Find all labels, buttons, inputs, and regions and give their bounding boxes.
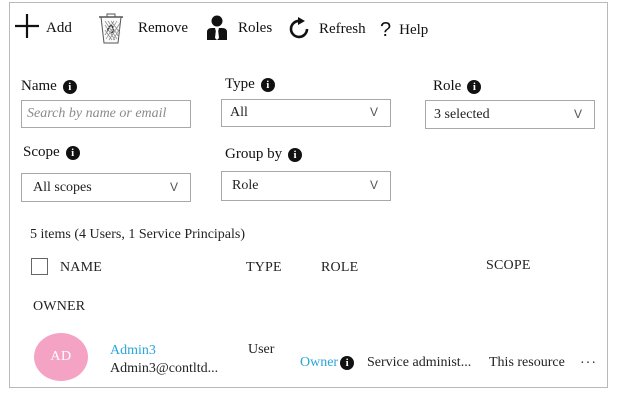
add-button[interactable]: Add (14, 13, 72, 44)
info-icon[interactable]: i (260, 77, 275, 92)
user-tie-icon (206, 15, 228, 46)
column-header-scope[interactable]: SCOPE (486, 258, 531, 274)
items-count: 5 items (4 Users, 1 Service Principals) (30, 227, 246, 242)
role-filter-label: Role i (433, 78, 482, 95)
member-email: Admin3@contltd... (110, 361, 219, 376)
name-filter-label: Name i (21, 78, 77, 95)
column-header-owner[interactable]: OWNER (33, 299, 85, 315)
plus-icon (14, 13, 40, 44)
refresh-icon (288, 17, 312, 46)
refresh-label: Refresh (319, 21, 366, 37)
info-icon[interactable]: i (467, 79, 482, 94)
scope-filter-label: Scope i (23, 144, 80, 161)
avatar: AD (34, 333, 88, 381)
name-search-input[interactable]: Search by name or email (21, 100, 191, 128)
help-button[interactable]: ? Help (380, 19, 428, 42)
help-label: Help (399, 22, 429, 38)
member-owner: This resource (489, 355, 565, 370)
roles-label: Roles (238, 20, 273, 36)
info-icon[interactable]: i (288, 147, 303, 162)
type-filter-label: Type i (225, 76, 275, 93)
remove-button[interactable]: Remove (96, 11, 188, 50)
member-type: User (248, 342, 275, 357)
info-icon[interactable]: i (340, 356, 355, 370)
select-all-checkbox[interactable] (31, 258, 48, 275)
remove-label: Remove (138, 20, 188, 36)
question-icon: ? (380, 19, 392, 41)
scope-select[interactable]: All scopes V (21, 173, 191, 202)
group-by-select[interactable]: Role V (221, 171, 391, 201)
group-by-label: Group by i (225, 146, 303, 163)
recycle-bin-icon (96, 11, 126, 50)
role-link[interactable]: Owner (300, 355, 338, 371)
column-header-name[interactable]: NAME (60, 260, 102, 276)
more-options-icon[interactable]: ··· (580, 356, 597, 372)
type-select[interactable]: All V (221, 99, 391, 127)
chevron-down-icon: V (169, 179, 178, 194)
roles-button[interactable]: Roles (206, 15, 272, 46)
member-role: Owner i (300, 355, 355, 371)
refresh-button[interactable]: Refresh (288, 17, 366, 46)
info-icon[interactable]: i (62, 79, 77, 94)
column-header-type[interactable]: TYPE (246, 260, 282, 276)
chevron-down-icon: V (369, 104, 378, 119)
member-scope: Service administ... (367, 355, 472, 370)
column-header-role[interactable]: ROLE (321, 260, 358, 276)
chevron-down-icon: V (369, 177, 378, 192)
info-icon[interactable]: i (65, 145, 80, 160)
add-label: Add (46, 20, 72, 36)
role-select[interactable]: 3 selected V (425, 100, 595, 129)
member-name-link[interactable]: Admin3 (110, 343, 156, 359)
chevron-down-icon: V (573, 106, 582, 121)
